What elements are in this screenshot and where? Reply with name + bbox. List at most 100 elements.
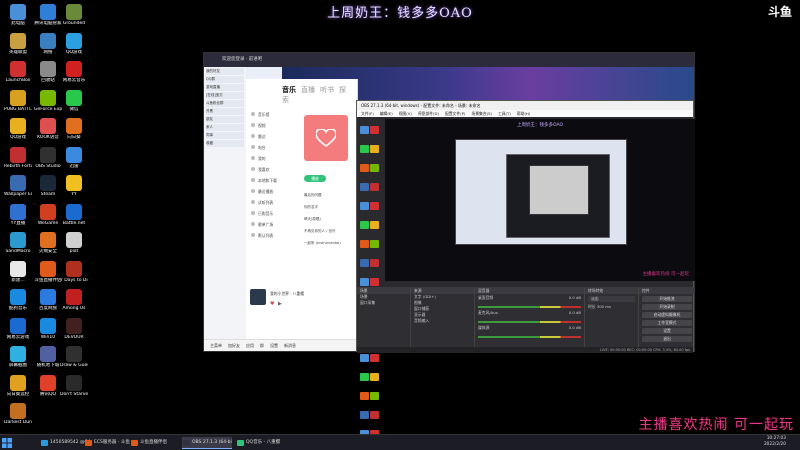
music-nav-item[interactable]: 试听列表 xyxy=(250,197,288,208)
desktop-icon[interactable]: WeGame xyxy=(34,203,62,226)
control-button[interactable]: 开始推流 xyxy=(642,296,692,302)
desktop-icon[interactable]: 网易云音乐 xyxy=(60,61,88,83)
music-nav-item[interactable]: 我喜欢 xyxy=(250,164,288,175)
music-tab[interactable]: 直播 xyxy=(301,86,315,94)
desktop-icon[interactable]: Win10 xyxy=(34,317,62,340)
desktop-icon[interactable]: SandMacro xyxy=(4,232,32,254)
volume-meter[interactable] xyxy=(478,306,581,308)
control-button[interactable]: 开始录制 xyxy=(642,304,692,310)
desktop-icon[interactable]: 微信 xyxy=(60,89,88,112)
qq-bottom-item[interactable]: 加好友 xyxy=(228,343,240,348)
play-pause-icon[interactable]: ▶ xyxy=(278,301,282,307)
obs-window[interactable]: OBS 27.1.3 (64-bit, windows) - 配置文件: 未命名… xyxy=(356,100,695,450)
desktop-icon[interactable]: DEVOUR xyxy=(60,317,88,340)
source-item[interactable]: 音频输入 xyxy=(411,318,474,324)
desktop-icon[interactable]: Don't Starve xyxy=(60,374,88,397)
qq-bottom-item[interactable]: 设置 xyxy=(270,343,278,348)
contact-item[interactable]: [在线]宝贝 xyxy=(206,92,244,99)
desktop-icon[interactable]: 7 Days to Die xyxy=(60,260,88,283)
obs-menu-item[interactable]: 文件(F) xyxy=(361,111,374,116)
control-button[interactable]: 工作室模式 xyxy=(642,320,692,326)
scene-item[interactable]: 窗口采集 xyxy=(357,300,410,306)
desktop-icon[interactable]: Steam xyxy=(34,175,62,197)
desktop-icon[interactable]: plat xyxy=(60,232,88,254)
song-row[interactable]: 不再见你的人 / 也许 xyxy=(304,227,354,235)
my-favorites-cover[interactable] xyxy=(304,115,348,161)
desktop-icon[interactable]: Rebirth Fortune xyxy=(4,146,32,169)
obs-menu-item[interactable]: 视图(V) xyxy=(399,111,412,116)
taskbar-item[interactable]: 斗鱼直播伴侣 xyxy=(130,437,180,449)
desktop-icon[interactable]: PUBG BATTLEGROUNDS xyxy=(4,89,32,112)
control-button[interactable]: 退出 xyxy=(642,336,692,342)
contact-item[interactable]: 朋友 xyxy=(206,116,244,123)
song-row[interactable]: 晴天(原唱) xyxy=(304,215,354,223)
song-row[interactable]: 最后的问题 xyxy=(304,191,354,199)
sources-panel[interactable]: 来源 文字 (GDI+) 图像 窗口捕获 显示器 音频输入 xyxy=(411,287,475,347)
volume-meter[interactable] xyxy=(478,336,581,338)
song-row[interactable]: 一起听 (Instrumental) xyxy=(304,239,354,247)
taskbar-item[interactable]: OBS 27.1.3 (64-bit) xyxy=(182,437,232,449)
music-nav-item[interactable]: 电台 xyxy=(250,142,288,153)
music-tab[interactable]: 听书 xyxy=(320,86,334,94)
taskbar-item[interactable]: ECS服务器 - 斗鱼 xyxy=(84,437,134,449)
desktop-icon[interactable]: 屏幕截图 xyxy=(4,346,32,368)
contact-item[interactable]: 家人 xyxy=(206,124,244,131)
desktop-icon[interactable]: 酷狗音乐 xyxy=(4,289,32,311)
music-nav-item[interactable]: 我的 xyxy=(250,153,288,164)
desktop-icon[interactable]: Draw & Guess xyxy=(60,346,88,368)
taskbar-clock[interactable]: 10:27:03 2022/2/20 xyxy=(764,436,786,448)
qq-bottom-item[interactable]: 群 xyxy=(260,343,264,348)
desktop-icon[interactable]: Wallpaper Engine xyxy=(4,175,32,197)
qq-bottom-item[interactable]: 新消息 xyxy=(284,343,296,348)
desktop-icon[interactable]: Among Us xyxy=(60,289,88,311)
qq-title-bar[interactable]: 欢迎您登录 · 前进吧 xyxy=(204,53,694,67)
mixer-panel[interactable]: 混音器 桌面音频 0.0 dB 麦克风/Aux 0.0 dB 媒体源 0.0 dB xyxy=(475,287,585,347)
windows-start-icon[interactable] xyxy=(2,438,12,448)
music-nav-item[interactable]: 音乐馆 xyxy=(250,109,288,120)
desktop-icon[interactable]: 英雄联盟 xyxy=(4,32,32,55)
volume-meter[interactable] xyxy=(478,321,581,323)
desktop-icon[interactable]: YY直播 xyxy=(4,203,32,226)
qq-bottom-item[interactable]: 主菜单 xyxy=(210,343,222,348)
play-all-button[interactable]: 播放 xyxy=(304,175,326,182)
controls-panel[interactable]: 控件 开始推流 开始录制 启动虚拟摄像机 工作室模式 设置 退出 xyxy=(639,287,695,347)
music-nav-item[interactable]: 最近播放 xyxy=(250,186,288,197)
desktop-icon[interactable]: Battle.net xyxy=(60,203,88,226)
music-window[interactable]: 音乐 直播 听书 探索 音乐馆 视频 雷达 电台 我的 我喜欢 本地和下载 最近播放 试听列表 已购音乐… xyxy=(246,79,358,351)
scenes-panel[interactable]: 场景 场景 窗口采集 xyxy=(357,287,411,347)
qq-bottom-item[interactable]: 应用 xyxy=(246,343,254,348)
desktop-icon[interactable]: KOOK语音 xyxy=(34,118,62,140)
contact-item[interactable]: 我的好友 xyxy=(206,68,244,75)
desktop-icon[interactable]: Darkest Dungeon xyxy=(4,403,32,425)
obs-menu-bar[interactable]: 文件(F) 编辑(E) 视图(V) 停靠部件(D) 配置文件(P) 场景集合(S) 工具(T… xyxy=(357,110,693,117)
desktop-icon[interactable]: OBS Studio xyxy=(34,146,62,169)
desktop-icon[interactable]: 迅雷 xyxy=(60,146,88,169)
now-playing-bar[interactable]: 我的小世界 · 八重樱 ♥ ▶ xyxy=(246,285,358,315)
contact-item[interactable]: 斗鱼粉丝群 xyxy=(206,100,244,107)
duration-input[interactable]: 300 ms xyxy=(597,304,611,309)
obs-menu-item[interactable]: 停靠部件(D) xyxy=(418,111,439,116)
music-nav-item[interactable]: 默认列表 xyxy=(250,230,288,241)
music-nav-item[interactable]: 本地和下载 xyxy=(250,175,288,186)
contact-item[interactable]: 开黑 xyxy=(206,108,244,115)
obs-title-bar[interactable]: OBS 27.1.3 (64-bit, windows) - 配置文件: 未命名… xyxy=(357,101,693,110)
desktop-icon[interactable]: 回收站 xyxy=(34,61,62,83)
contact-item[interactable]: 收藏 xyxy=(206,140,244,147)
desktop-icon[interactable]: QQ游戏 xyxy=(4,118,32,140)
contact-item[interactable]: QQ群 xyxy=(206,76,244,83)
desktop-icon[interactable]: GeForce Experience xyxy=(34,89,62,112)
desktop-icon[interactable]: QQ游戏 xyxy=(60,32,88,55)
like-heart-icon[interactable]: ♥ xyxy=(270,301,274,307)
obs-menu-item[interactable]: 帮助(H) xyxy=(517,111,530,116)
desktop-icon[interactable]: 新建... xyxy=(4,260,32,283)
desktop-icon[interactable]: 网络 xyxy=(34,32,62,55)
desktop-icon[interactable]: 向日葵远控 xyxy=(4,374,32,397)
desktop-icon[interactable]: 随机地下城 xyxy=(34,346,62,368)
taskbar-item[interactable]: QQ音乐 - 八重樱 xyxy=(236,437,286,449)
song-row[interactable]: 你的名字 xyxy=(304,203,354,211)
qq-contact-list[interactable]: 我的好友 QQ群 游戏直播 [在线]宝贝 斗鱼粉丝群 开黑 朋友 家人 同事 收藏 xyxy=(204,67,246,339)
control-button[interactable]: 设置 xyxy=(642,328,692,334)
desktop-icon[interactable]: LaunchBox xyxy=(4,61,32,83)
desktop-icon[interactable]: 腾讯QQ xyxy=(34,374,62,397)
music-tab[interactable]: 音乐 xyxy=(282,86,296,94)
